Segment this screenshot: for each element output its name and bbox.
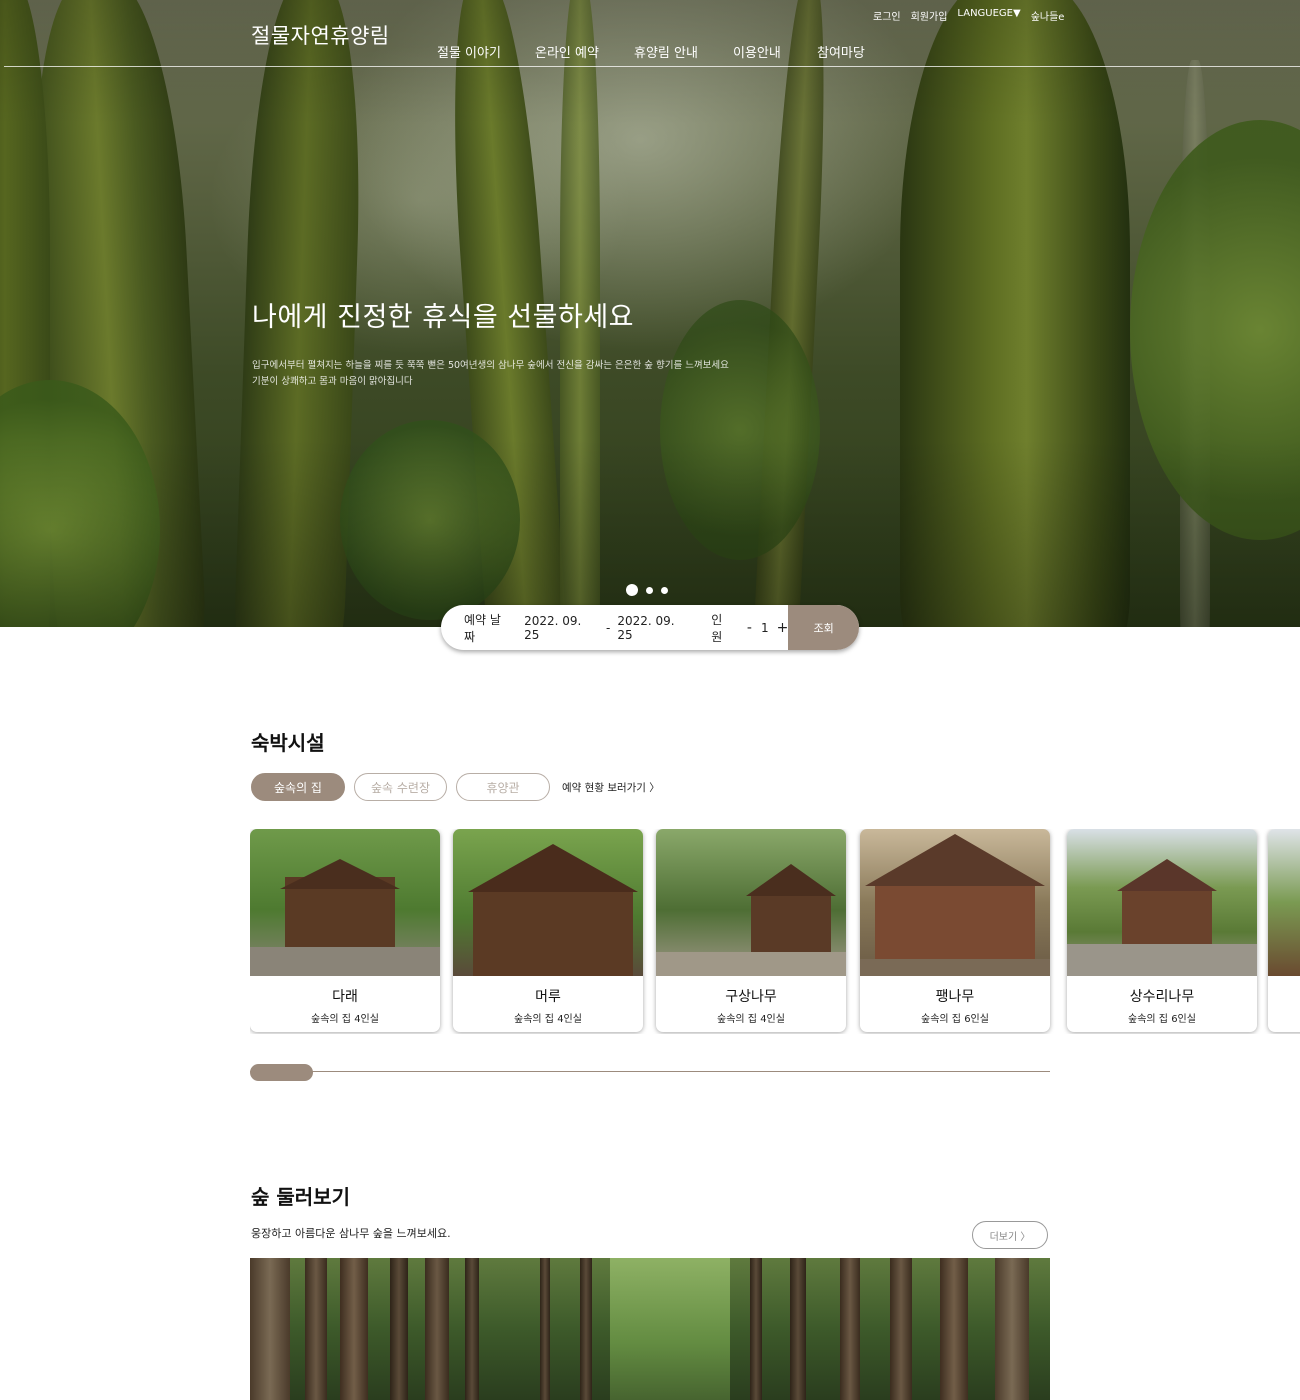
forest-photo — [250, 1258, 1050, 1400]
more-button[interactable]: 더보기 〉 — [972, 1221, 1048, 1249]
hero-desc-line: 입구에서부터 펼쳐지는 하늘을 찌를 듯 쭉쭉 뻗은 50여년생의 삼나무 숲에… — [252, 360, 729, 371]
search-submit-button[interactable]: 조회 — [788, 605, 859, 650]
people-count: 1 — [760, 620, 769, 635]
tab-training-center[interactable]: 숲속 수련장 — [354, 773, 447, 801]
hero-description: 입구에서부터 펼쳐지는 하늘을 찌를 듯 쭉쭉 뻗은 50여년생의 삼나무 숲에… — [252, 358, 729, 390]
cedar-trunk — [790, 1258, 806, 1400]
cedar-trunk — [750, 1258, 762, 1400]
cedar-trunk — [995, 1258, 1029, 1400]
decrease-people-button[interactable]: - — [747, 620, 752, 636]
utility-menu: 로그인 회원가입 LANGUEGE▼ 숲나들e — [873, 8, 1064, 23]
cabin-name: 구상나무 — [725, 989, 777, 1005]
reservation-status-link[interactable]: 예약 현황 보러가기 〉 — [562, 780, 660, 795]
hero-title: 나에게 진정한 휴식을 선물하세요 — [252, 302, 635, 333]
reservation-search-bar: 예약 날짜 2022. 09. 25 - 2022. 09. 25 인원 - 1… — [441, 605, 859, 650]
site-logo[interactable]: 절물자연휴양림 — [251, 20, 390, 50]
lodging-card[interactable] — [1268, 829, 1300, 1032]
nav-reservation[interactable]: 온라인 예약 — [535, 42, 634, 61]
cedar-trunk — [465, 1258, 479, 1400]
cabin-photo — [860, 829, 1050, 976]
lodging-tabs: 숲속의 집 숲속 수련장 휴양관 예약 현황 보러가기 〉 — [251, 773, 660, 801]
cabin-name: 다래 — [332, 989, 358, 1005]
lodging-card[interactable]: 상수리나무 숲속의 집 6인실 — [1067, 829, 1257, 1032]
cabin-capacity: 숲속의 집 6인실 — [921, 1014, 989, 1025]
cabin-photo — [250, 829, 440, 976]
cabin-name: 머루 — [535, 989, 561, 1005]
slider-dot[interactable] — [661, 586, 668, 594]
signup-link[interactable]: 회원가입 — [911, 8, 948, 23]
nav-guide[interactable]: 휴양림 안내 — [634, 42, 733, 61]
cedar-trunk — [890, 1258, 912, 1400]
date-to-field[interactable]: 2022. 09. 25 — [617, 614, 692, 642]
cedar-trunk — [250, 1258, 290, 1400]
cedar-trunk — [340, 1258, 368, 1400]
forest-section-title: 숲 둘러보기 — [251, 1185, 350, 1209]
slider-dot[interactable] — [646, 586, 653, 594]
date-label: 예약 날짜 — [464, 612, 501, 644]
cabin-name: 상수리나무 — [1129, 989, 1195, 1005]
cabin-photo — [1067, 829, 1257, 976]
cabin-photo — [1268, 829, 1300, 976]
login-link[interactable]: 로그인 — [873, 8, 901, 23]
date-from-field[interactable]: 2022. 09. 25 — [524, 614, 599, 642]
people-label: 인원 — [711, 612, 723, 644]
hero-shade — [0, 0, 1300, 627]
forest-trip-link[interactable]: 숲나들e — [1031, 8, 1065, 23]
cabin-capacity: 숲속의 집 4인실 — [717, 1014, 785, 1025]
hero-desc-line: 기분이 상쾌하고 몸과 마음이 맑아집니다 — [252, 376, 413, 387]
carousel-scroll-track[interactable] — [250, 1071, 1050, 1072]
cabin-name: 팽나무 — [935, 989, 975, 1005]
cedar-trunk — [580, 1258, 592, 1400]
nav-story[interactable]: 절물 이야기 — [437, 42, 535, 61]
cedar-trunk — [940, 1258, 968, 1400]
nav-community[interactable]: 참여마당 — [817, 42, 865, 61]
cedar-trunk — [540, 1258, 550, 1400]
cabin-capacity: 숲속의 집 4인실 — [311, 1014, 379, 1025]
forest-description: 웅장하고 아름다운 삼나무 숲을 느껴보세요. — [251, 1227, 451, 1240]
lodging-card[interactable]: 구상나무 숲속의 집 4인실 — [656, 829, 846, 1032]
tab-forest-house[interactable]: 숲속의 집 — [251, 773, 345, 801]
lodging-card-list: 다래 숲속의 집 4인실 머루 숲속의 집 4인실 구상나무 숲속의 집 4인실… — [250, 829, 1300, 1034]
slider-dots — [626, 584, 668, 596]
cabin-capacity: 숲속의 집 4인실 — [514, 1014, 582, 1025]
lodging-card[interactable]: 머루 숲속의 집 4인실 — [453, 829, 643, 1032]
forest-path-light — [610, 1258, 730, 1400]
lodging-section-title: 숙박시설 — [251, 731, 325, 755]
cabin-photo — [656, 829, 846, 976]
slider-dot[interactable] — [626, 584, 638, 596]
cedar-trunk — [390, 1258, 408, 1400]
date-separator: - — [605, 620, 611, 635]
cedar-trunk — [305, 1258, 327, 1400]
hero-banner: 절물자연휴양림 로그인 회원가입 LANGUEGE▼ 숲나들e 절물 이야기 온… — [0, 0, 1300, 627]
main-nav: 절물 이야기 온라인 예약 휴양림 안내 이용안내 참여마당 — [437, 42, 865, 61]
language-select[interactable]: LANGUEGE▼ — [957, 8, 1020, 23]
increase-people-button[interactable]: + — [777, 620, 789, 636]
cabin-capacity: 숲속의 집 6인실 — [1128, 1014, 1196, 1025]
tab-lodge[interactable]: 휴양관 — [456, 773, 550, 801]
header-divider — [4, 66, 1300, 67]
carousel-scroll-thumb[interactable] — [250, 1064, 313, 1081]
nav-usage[interactable]: 이용안내 — [733, 42, 817, 61]
lodging-card[interactable]: 다래 숲속의 집 4인실 — [250, 829, 440, 1032]
lodging-card[interactable]: 팽나무 숲속의 집 6인실 — [860, 829, 1050, 1032]
cedar-trunk — [425, 1258, 449, 1400]
cabin-photo — [453, 829, 643, 976]
cedar-trunk — [840, 1258, 860, 1400]
